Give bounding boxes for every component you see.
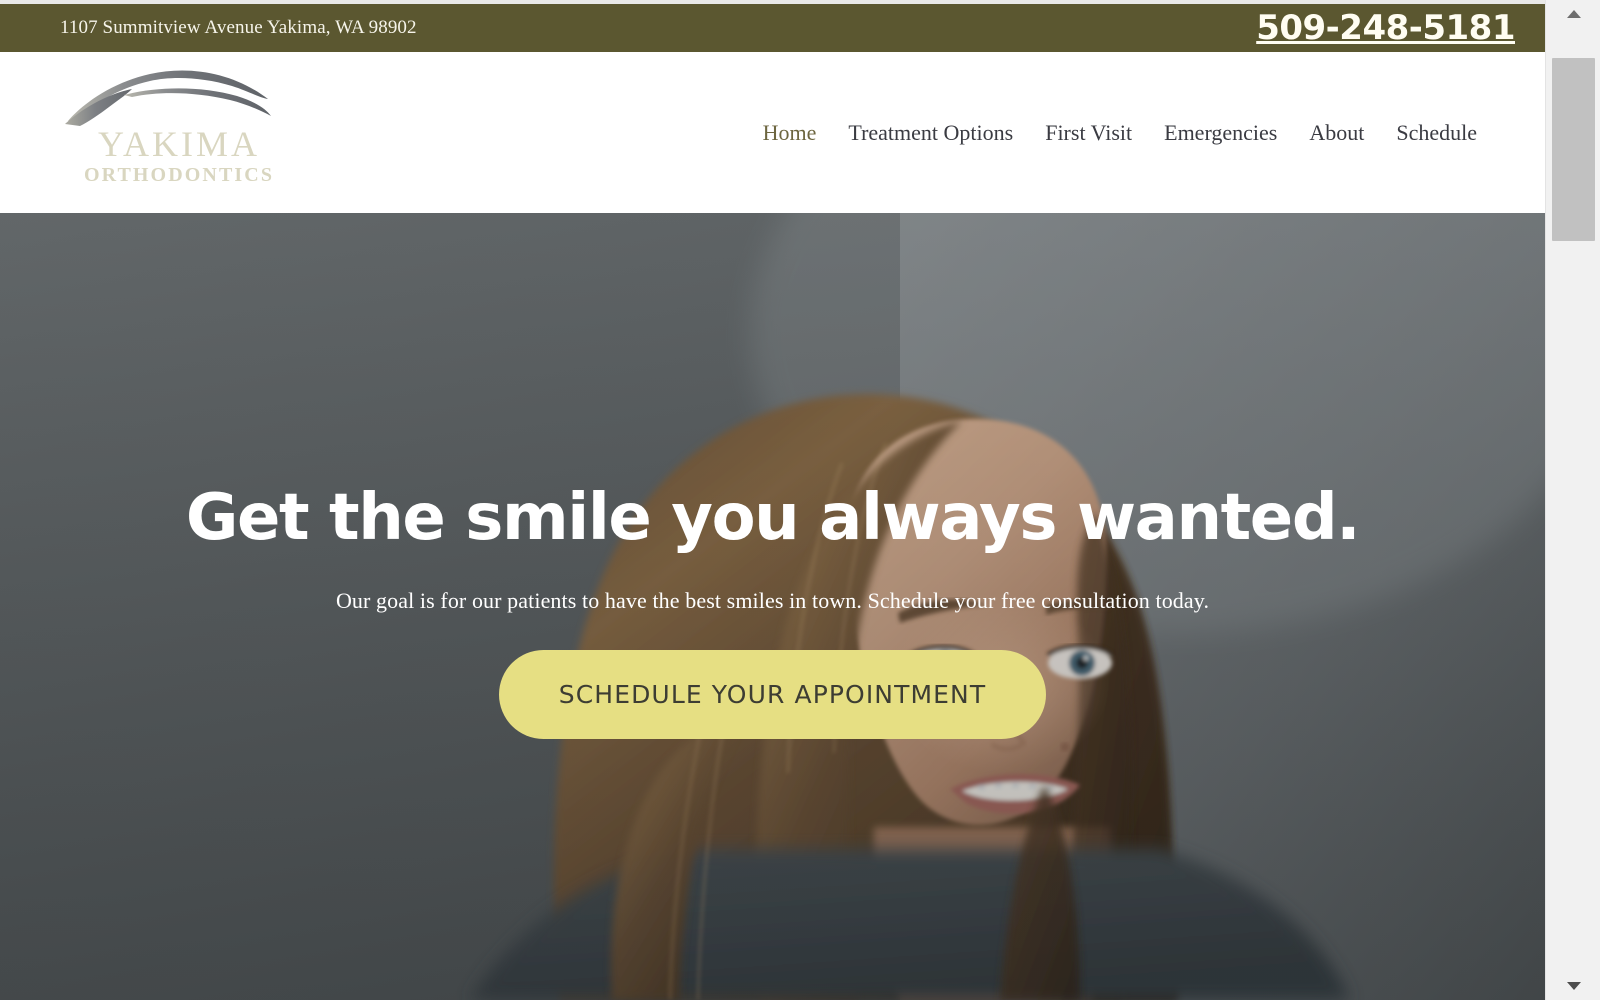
main-navigation: Home Treatment Options First Visit Emerg… [747,52,1493,213]
schedule-appointment-button[interactable]: SCHEDULE YOUR APPOINTMENT [498,649,1047,739]
scrollbar-thumb[interactable] [1552,58,1595,241]
nav-item-home[interactable]: Home [747,114,833,152]
scrollbar-track[interactable] [1546,28,1600,972]
site-logo[interactable]: YAKIMA ORTHODONTICS [62,64,282,196]
chevron-up-icon [1566,10,1581,18]
nav-item-schedule[interactable]: Schedule [1380,114,1493,152]
vertical-scrollbar[interactable] [1545,0,1600,1000]
phone-number-link[interactable]: 509-248-5181 [1256,11,1515,45]
chevron-down-icon [1566,982,1581,990]
scrollbar-down-button[interactable] [1546,972,1600,1000]
hero-subheading: Our goal is for our patients to have the… [335,587,1210,613]
hero-heading: Get the smile you always wanted. [185,481,1361,555]
logo-name-primary: YAKIMA [98,124,260,164]
logo-name-secondary: ORTHODONTICS [83,163,275,186]
nav-item-treatment-options[interactable]: Treatment Options [832,114,1029,152]
nav-item-emergencies[interactable]: Emergencies [1148,114,1293,152]
logo-wordmark: YAKIMA ORTHODONTICS [76,126,282,186]
office-address: 1107 Summitview Avenue Yakima, WA 98902 [60,17,417,38]
site-header: YAKIMA ORTHODONTICS Home Treatment Optio… [0,52,1545,213]
page-viewport: 1107 Summitview Avenue Yakima, WA 98902 … [0,0,1545,1000]
utility-bar: 1107 Summitview Avenue Yakima, WA 98902 … [0,4,1545,52]
hero-content: Get the smile you always wanted. Our goa… [0,213,1545,1000]
scrollbar-up-button[interactable] [1546,0,1600,28]
nav-item-first-visit[interactable]: First Visit [1029,114,1148,152]
hero-section: Get the smile you always wanted. Our goa… [0,213,1545,1000]
nav-item-about[interactable]: About [1293,114,1380,152]
brush-arc-icon [65,70,271,126]
